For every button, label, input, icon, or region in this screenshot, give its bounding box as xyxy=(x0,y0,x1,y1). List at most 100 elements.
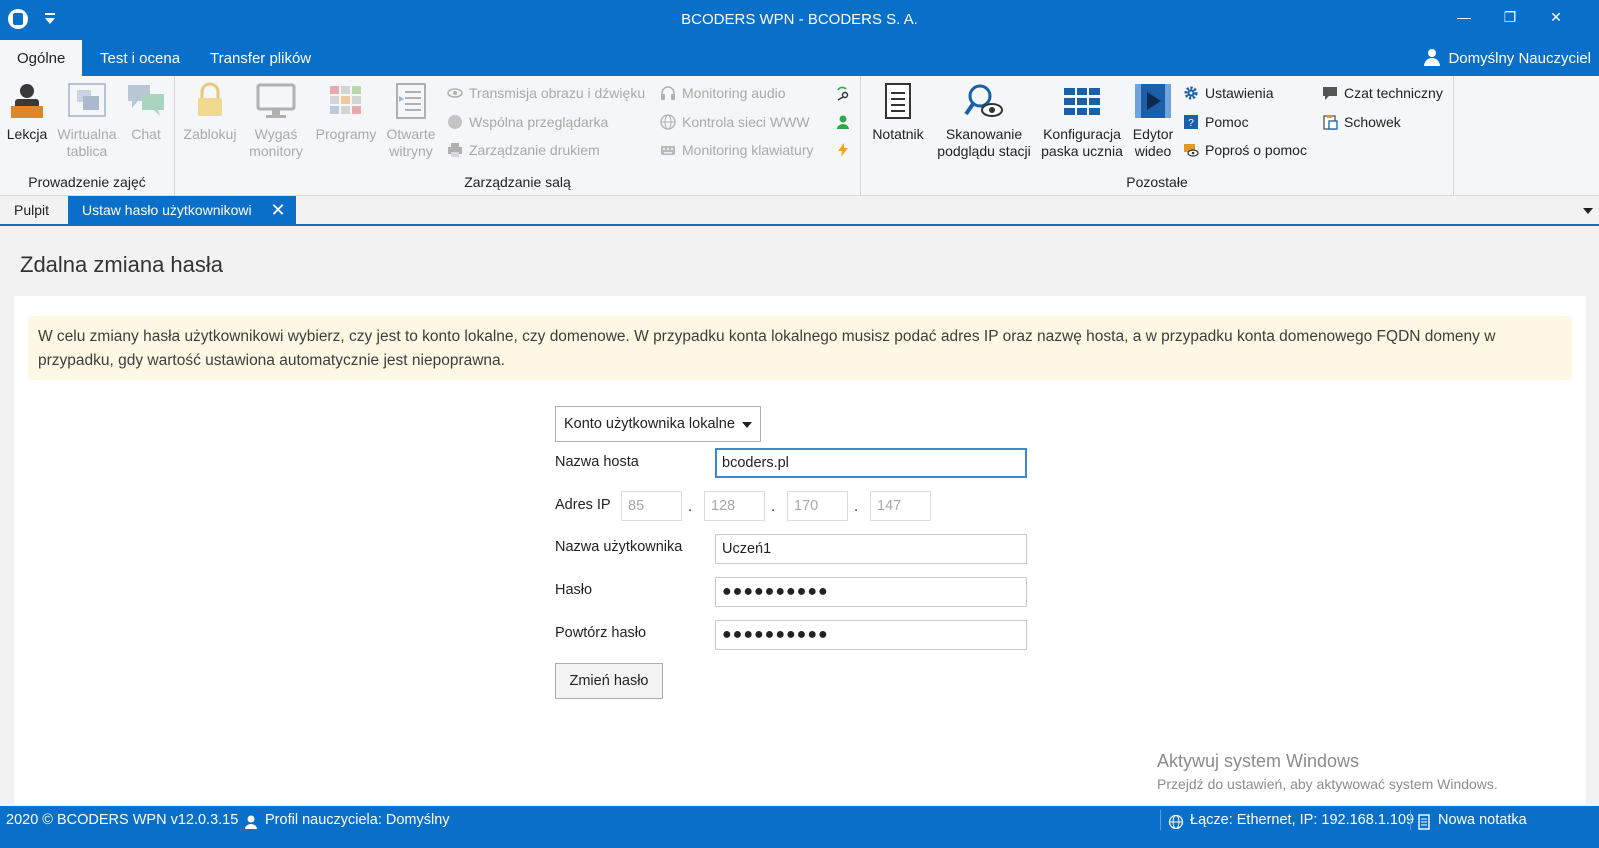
tab-transfer-plikow[interactable]: Transfer plików xyxy=(193,40,328,76)
printer-icon xyxy=(447,142,463,158)
clipboard-icon xyxy=(1322,114,1338,130)
websites-icon xyxy=(391,82,431,120)
teacher-icon xyxy=(7,82,47,120)
user-menu[interactable]: Domyślny Nauczyciel xyxy=(1424,40,1591,76)
tab-ogolne[interactable]: Ogólne xyxy=(0,40,83,76)
new-note-button[interactable]: Nowa notatka xyxy=(1416,806,1527,834)
eye-icon xyxy=(447,85,463,101)
globe-icon xyxy=(1168,812,1184,830)
monitoring-audio-button[interactable]: Monitoring audio xyxy=(660,82,786,104)
programs-icon xyxy=(326,82,366,120)
monitor-icon xyxy=(256,82,296,120)
lock-icon xyxy=(190,82,230,120)
ask-help-icon xyxy=(1183,142,1199,158)
window-title: BCODERS WPN - BCODERS S. A. xyxy=(681,11,918,28)
refresh-key-button[interactable] xyxy=(835,82,851,104)
ip-dot: . xyxy=(771,498,776,515)
wspolna-przegladarka-button[interactable]: Wspólna przeglądarka xyxy=(447,111,608,133)
restore-button[interactable]: ❐ xyxy=(1487,0,1533,34)
page-title: Zdalna zmiana hasła xyxy=(20,252,224,277)
form-panel: W celu zmiany hasła użytkownikowi wybier… xyxy=(14,296,1586,804)
user-green-button[interactable] xyxy=(835,111,851,133)
info-alert: W celu zmiany hasła użytkownikowi wybier… xyxy=(28,316,1572,380)
lightning-button[interactable] xyxy=(835,139,851,161)
password-repeat-input[interactable]: ●●●●●●●●●● xyxy=(715,620,1027,650)
title-bar: BCODERS WPN - BCODERS S. A. — ❐ ✕ xyxy=(0,0,1599,40)
close-window-button[interactable]: ✕ xyxy=(1533,0,1579,34)
group-label: Prowadzenie zajęć xyxy=(28,174,146,190)
group-prowadzenie-zajec: Lekcja Wirtualna tablica Chat Prowadzeni… xyxy=(0,76,175,196)
refresh-key-icon xyxy=(835,85,851,101)
whiteboard-icon xyxy=(67,82,107,120)
popros-o-pomoc-button[interactable]: Poproś o pomoc xyxy=(1183,139,1307,161)
konfiguracja-paska-button[interactable]: Konfiguracja paska ucznia xyxy=(1037,82,1127,160)
transmisja-button[interactable]: Transmisja obrazu i dźwięku xyxy=(447,82,645,104)
group-zarzadzanie-sala: Zablokuj Wygaś monitory Programy Otwarte… xyxy=(175,76,861,196)
status-divider xyxy=(1410,810,1411,830)
minimize-button[interactable]: — xyxy=(1441,0,1487,34)
wygas-monitory-button[interactable]: Wygaś monitory xyxy=(243,82,309,160)
tab-ustaw-haslo[interactable]: Ustaw hasło użytkownikowi ✕ xyxy=(68,196,296,224)
status-connection[interactable]: Łącze: Ethernet, IP: 192.168.1.109 xyxy=(1168,806,1414,834)
windows-activation-watermark: Aktywuj system Windows Przejdź do ustawi… xyxy=(1157,751,1498,792)
main-content: Zdalna zmiana hasła W celu zmiany hasła … xyxy=(0,228,1599,820)
keyboard-icon xyxy=(660,142,676,158)
ribbon-tab-bar: Ogólne Test i ocena Transfer plików Domy… xyxy=(0,40,1599,76)
skanowanie-button[interactable]: Skanowanie podglądu stacji xyxy=(931,82,1037,160)
video-editor-icon xyxy=(1133,82,1173,120)
ip-octet-1[interactable]: 85 xyxy=(621,491,682,521)
headphones-icon xyxy=(660,85,676,101)
password-input[interactable]: ●●●●●●●●●● xyxy=(715,577,1027,607)
username-input[interactable]: Uczeń1 xyxy=(715,534,1027,564)
programy-button[interactable]: Programy xyxy=(311,82,381,143)
user-name: Domyślny Nauczyciel xyxy=(1448,49,1591,67)
wirtualna-tablica-button[interactable]: Wirtualna tablica xyxy=(52,82,122,160)
globe-icon xyxy=(447,114,463,130)
ip-dot: . xyxy=(688,498,693,515)
pomoc-button[interactable]: ? Pomoc xyxy=(1183,111,1249,133)
zablokuj-button[interactable]: Zablokuj xyxy=(180,82,240,143)
monitoring-klawiatury-button[interactable]: Monitoring klawiatury xyxy=(660,139,814,161)
lekcja-button[interactable]: Lekcja xyxy=(4,82,50,143)
note-icon xyxy=(1416,812,1432,830)
help-icon: ? xyxy=(1183,114,1199,130)
hostname-input[interactable]: bcoders.pl xyxy=(715,448,1027,478)
chat-icon xyxy=(126,82,166,120)
tabs-dropdown-icon[interactable] xyxy=(1583,208,1593,214)
notepad-icon xyxy=(878,82,918,120)
lightning-icon xyxy=(835,142,851,158)
ustawienia-button[interactable]: Ustawienia xyxy=(1183,82,1273,104)
ip-dot: . xyxy=(854,498,859,515)
hostname-label: Nazwa hosta xyxy=(555,454,639,470)
tab-pulpit[interactable]: Pulpit xyxy=(0,196,63,224)
zarzadzanie-drukiem-button[interactable]: Zarządzanie drukiem xyxy=(447,139,600,161)
group-label: Pozostałe xyxy=(1126,174,1188,190)
change-password-button[interactable]: Zmień hasło xyxy=(555,663,663,699)
czat-techniczny-button[interactable]: Czat techniczny xyxy=(1322,82,1443,104)
kontrola-sieci-button[interactable]: Kontrola sieci WWW xyxy=(660,111,810,133)
chat-button[interactable]: Chat xyxy=(122,82,170,143)
edytor-wideo-button[interactable]: Edytor wideo xyxy=(1127,82,1179,160)
schowek-button[interactable]: Schowek xyxy=(1322,111,1401,133)
status-profile[interactable]: Profil nauczyciela: Domyślny xyxy=(243,806,450,834)
ip-octet-3[interactable]: 170 xyxy=(787,491,848,521)
scan-icon xyxy=(964,82,1004,120)
close-tab-icon[interactable]: ✕ xyxy=(271,196,286,225)
status-copyright: 2020 © BCODERS WPN v12.0.3.15 xyxy=(6,812,239,828)
ip-octet-2[interactable]: 128 xyxy=(704,491,765,521)
svg-text:?: ? xyxy=(1188,118,1194,129)
otwarte-witryny-button[interactable]: Otwarte witryny xyxy=(381,82,441,160)
notatnik-button[interactable]: Notatnik xyxy=(865,82,931,143)
user-icon xyxy=(243,812,259,829)
account-type-select[interactable]: Konto użytkownika lokalne xyxy=(555,406,761,442)
tech-chat-icon xyxy=(1322,85,1338,101)
user-icon xyxy=(1424,49,1441,67)
status-divider xyxy=(1160,810,1161,830)
tab-test-i-ocena[interactable]: Test i ocena xyxy=(83,40,197,76)
document-tab-bar: Pulpit Ustaw hasło użytkownikowi ✕ xyxy=(0,196,1599,226)
password-label: Hasło xyxy=(555,582,593,598)
group-label: Zarządzanie salą xyxy=(464,174,571,190)
gear-icon xyxy=(1183,85,1199,101)
ip-octet-4[interactable]: 147 xyxy=(870,491,931,521)
globe-icon xyxy=(660,114,676,130)
